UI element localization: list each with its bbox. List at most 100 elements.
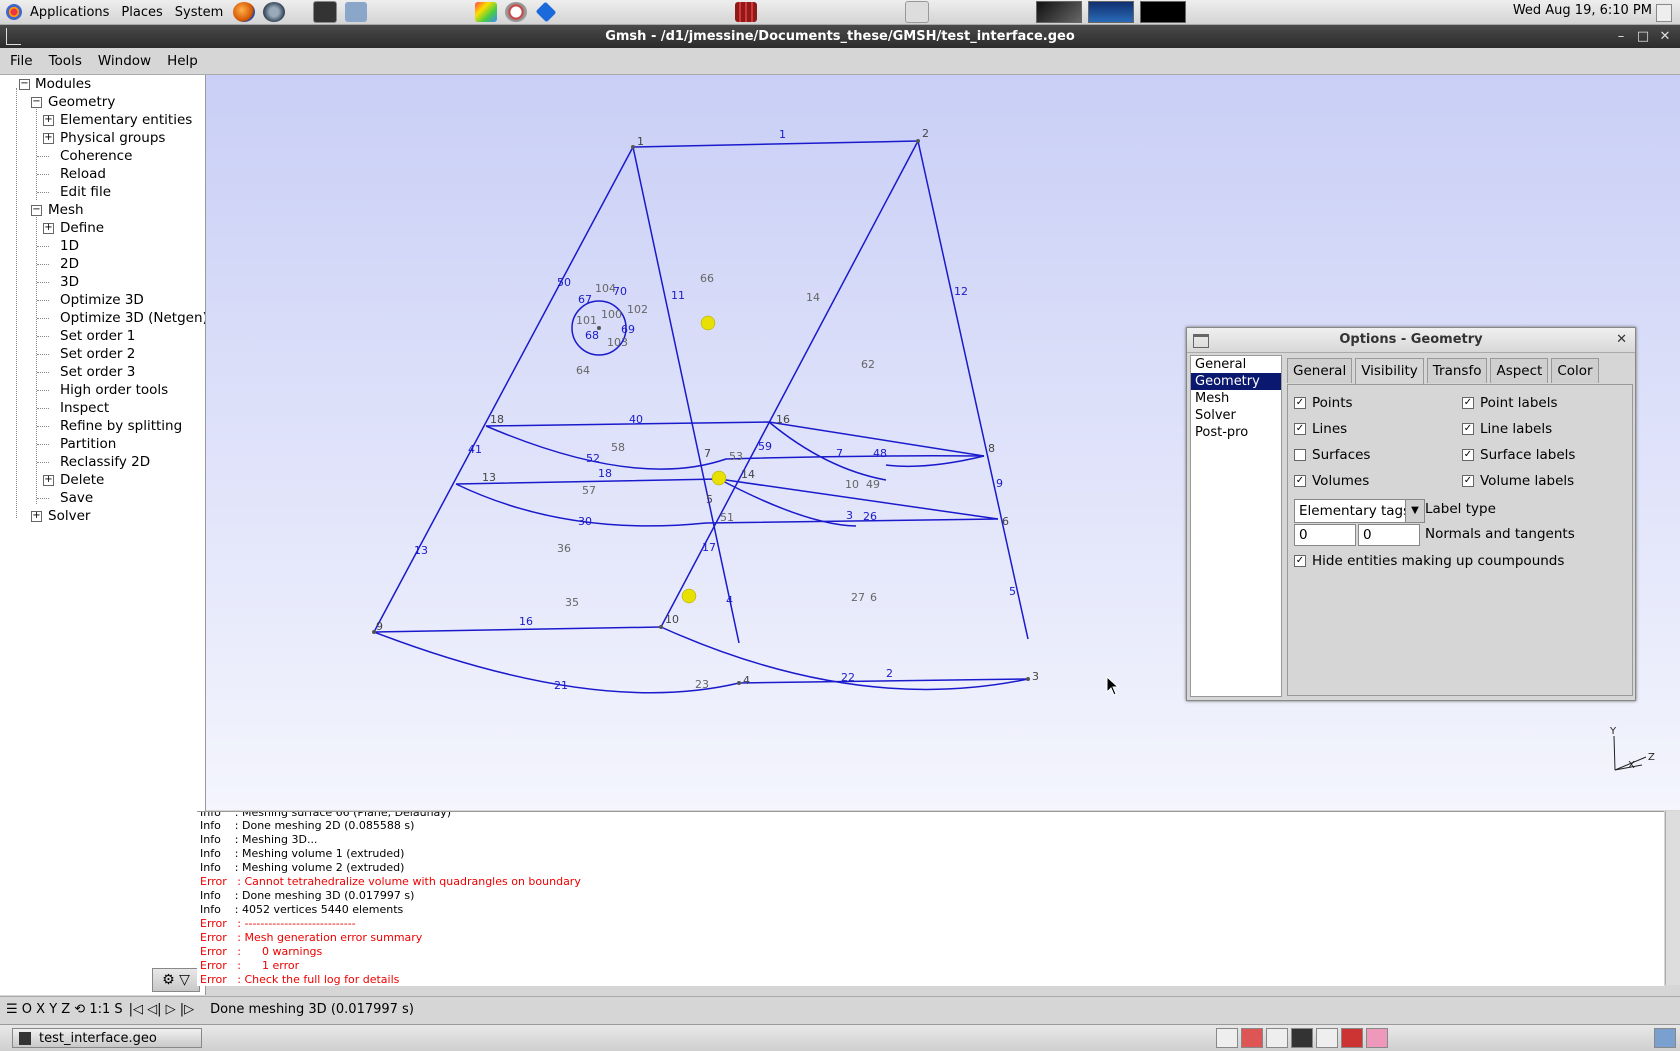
menu-window[interactable]: Window [88, 53, 157, 69]
menu-file[interactable]: File [0, 53, 39, 69]
collapse-icon[interactable]: − [31, 97, 42, 108]
tree-mesh[interactable]: Mesh [48, 201, 84, 219]
label-type-select[interactable]: Elementary tags ▼ [1294, 499, 1425, 523]
expand-icon[interactable]: + [43, 133, 54, 144]
tree-set-order-3[interactable]: Set order 3 [60, 363, 135, 381]
gmsh-tray-icon[interactable] [1291, 1028, 1313, 1048]
tab-aspect[interactable]: Aspect [1490, 358, 1549, 383]
file-manager-launcher-icon[interactable] [345, 2, 368, 22]
tree-mesh-3d[interactable]: 3D [60, 273, 79, 291]
tree-inspect[interactable]: Inspect [60, 399, 109, 417]
view-toolbar-buttons[interactable]: ☰ O X Y Z ⟲ 1:1 S [6, 1002, 123, 1017]
tree-set-order-2[interactable]: Set order 2 [60, 345, 135, 363]
diamond-app-launcher-icon[interactable] [535, 1, 557, 23]
tree-optimize-3d-netgen[interactable]: Optimize 3D (Netgen) [60, 309, 205, 327]
workspace-thumb-2[interactable] [1088, 1, 1135, 23]
show-desktop-icon[interactable] [1654, 1028, 1676, 1048]
category-mesh[interactable]: Mesh [1191, 390, 1281, 407]
tab-visibility[interactable]: Visibility [1355, 358, 1424, 385]
tree-mesh-save[interactable]: Save [60, 489, 93, 507]
user-switch-icon[interactable] [1656, 4, 1672, 22]
tree-mesh-1d[interactable]: 1D [60, 237, 79, 255]
tree-mesh-2d[interactable]: 2D [60, 255, 79, 273]
tree-coherence[interactable]: Coherence [60, 147, 132, 165]
category-post-pro[interactable]: Post-pro [1191, 424, 1281, 441]
firefox-tray-icon[interactable] [1241, 1028, 1263, 1048]
thunderbird-launcher-icon[interactable] [263, 2, 286, 22]
terminal-launcher-icon[interactable] [313, 1, 338, 23]
playback-controls[interactable]: |◁ ◁| ▷ |▷ [129, 1002, 195, 1017]
volume-labels-checkbox[interactable]: ✓ Volume labels [1462, 473, 1574, 489]
window-title-bar[interactable]: Gmsh - /d1/jmessine/Documents_these/GMSH… [0, 25, 1680, 48]
tab-color[interactable]: Color [1551, 358, 1599, 383]
console-scrollbar[interactable] [1665, 811, 1680, 985]
workspace-thumb-1[interactable] [1036, 1, 1083, 23]
maximize-icon[interactable]: □ [1634, 25, 1652, 48]
tree-mesh-define[interactable]: Define [60, 219, 104, 237]
lines-checkbox[interactable]: ✓ Lines [1294, 421, 1347, 437]
tree-partition[interactable]: Partition [60, 435, 116, 453]
tree-geometry[interactable]: Geometry [48, 93, 115, 111]
expand-icon[interactable]: + [43, 475, 54, 486]
collapse-icon[interactable]: − [31, 205, 42, 216]
projector-launcher-icon[interactable] [905, 1, 930, 23]
category-geometry[interactable]: Geometry [1191, 373, 1281, 390]
menu-tools[interactable]: Tools [39, 53, 88, 69]
expand-icon[interactable]: + [31, 511, 42, 522]
expand-icon[interactable]: + [43, 223, 54, 234]
normals-input[interactable]: 0 [1294, 524, 1356, 546]
close-icon[interactable]: ✕ [1656, 25, 1674, 48]
applications-menu[interactable]: Applications [24, 5, 115, 20]
tab-general[interactable]: General [1287, 358, 1353, 383]
status-message: Done meshing 3D (0.017997 s) [210, 1001, 414, 1017]
volumes-checkbox[interactable]: ✓ Volumes [1294, 473, 1369, 489]
tab-transfo[interactable]: Transfo [1426, 358, 1488, 383]
minimize-icon[interactable]: – [1612, 25, 1630, 48]
taskbar-window-gmsh[interactable]: test_interface.geo [12, 1028, 202, 1048]
tray-icon[interactable] [1216, 1028, 1238, 1048]
category-general[interactable]: General [1191, 356, 1281, 373]
tree-high-order-tools[interactable]: High order tools [60, 381, 168, 399]
office-launcher-icon[interactable] [475, 2, 498, 22]
tree-mesh-delete[interactable]: Delete [60, 471, 104, 489]
tray-icon[interactable] [1366, 1028, 1388, 1048]
tray-icon[interactable] [1266, 1028, 1288, 1048]
expand-icon[interactable]: + [43, 115, 54, 126]
line-labels-checkbox[interactable]: ✓ Line labels [1462, 421, 1552, 437]
tray-icon[interactable] [1316, 1028, 1338, 1048]
tree-reload[interactable]: Reload [60, 165, 106, 183]
places-menu[interactable]: Places [115, 5, 168, 20]
tree-modules[interactable]: Modules [35, 75, 91, 93]
clock[interactable]: Wed Aug 19, 6:10 PM [1513, 3, 1652, 18]
system-menu[interactable]: System [169, 5, 229, 20]
tree-elementary-entities[interactable]: Elementary entities [60, 111, 192, 129]
point-labels-checkbox[interactable]: ✓ Point labels [1462, 395, 1558, 411]
tree-reclassify-2d[interactable]: Reclassify 2D [60, 453, 150, 471]
dropdown-arrow-icon[interactable]: ▼ [1405, 500, 1424, 522]
collapse-icon[interactable]: − [19, 79, 30, 90]
matlab-launcher-icon[interactable] [735, 2, 758, 22]
tree-edit-file[interactable]: Edit file [60, 183, 111, 201]
firefox-launcher-icon[interactable] [233, 2, 256, 22]
surface-labels-checkbox[interactable]: ✓ Surface labels [1462, 447, 1575, 463]
tree-refine-by-splitting[interactable]: Refine by splitting [60, 417, 182, 435]
close-icon[interactable]: ✕ [1616, 328, 1627, 352]
surfaces-checkbox[interactable]: Surfaces [1294, 447, 1370, 463]
tree-set-order-1[interactable]: Set order 1 [60, 327, 135, 345]
window-menu-icon[interactable] [1193, 334, 1209, 348]
points-checkbox[interactable]: ✓ Points [1294, 395, 1353, 411]
gnome-foot-icon[interactable] [6, 4, 22, 20]
message-console[interactable]: Info : Meshing surface 66 (Plane, Delaun… [197, 811, 1664, 986]
search-tool-launcher-icon[interactable] [505, 2, 528, 22]
tree-optimize-3d[interactable]: Optimize 3D [60, 291, 144, 309]
category-solver[interactable]: Solver [1191, 407, 1281, 424]
menu-help[interactable]: Help [157, 53, 204, 69]
tree-solver[interactable]: Solver [48, 507, 90, 525]
hide-compounds-checkbox[interactable]: ✓ Hide entities making up coumpounds [1294, 553, 1564, 569]
tree-physical-groups[interactable]: Physical groups [60, 129, 165, 147]
pdf-tray-icon[interactable] [1341, 1028, 1363, 1048]
workspace-thumb-3[interactable] [1140, 1, 1187, 23]
dialog-title-bar[interactable]: Options - Geometry ✕ [1187, 328, 1635, 353]
gear-menu-button[interactable]: ⚙ ▽ [152, 968, 200, 992]
tangents-input[interactable]: 0 [1358, 524, 1420, 546]
